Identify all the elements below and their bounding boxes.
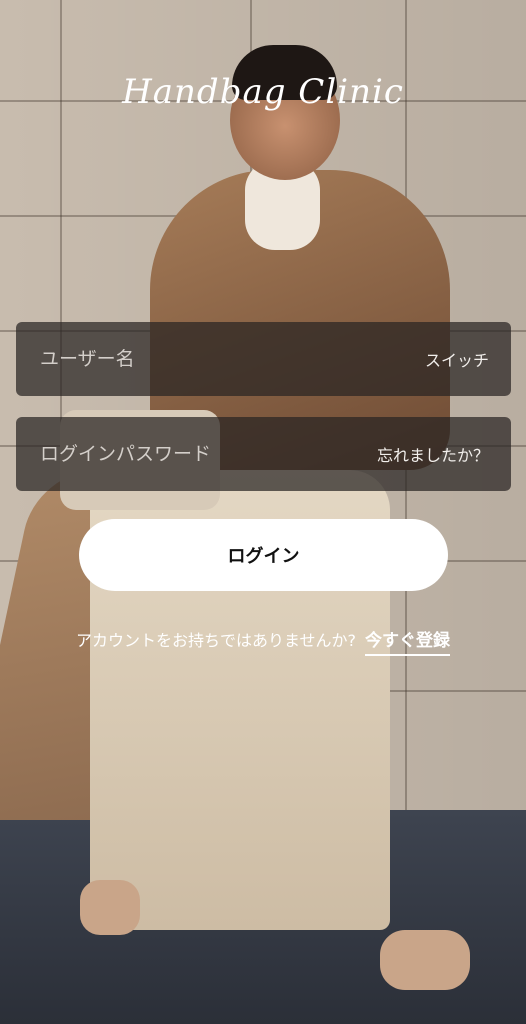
shoe-right	[380, 930, 470, 990]
signup-link[interactable]: 今すぐ登録	[365, 631, 451, 656]
login-button[interactable]: ログイン	[79, 519, 448, 591]
switch-link[interactable]: スイッチ	[425, 347, 489, 371]
shoe-left	[80, 880, 140, 935]
username-field[interactable]: スイッチ	[16, 322, 511, 396]
username-input[interactable]	[38, 347, 415, 371]
forgot-password-link[interactable]: 忘れましたか？	[377, 442, 489, 466]
signup-row: アカウントをお持ちではありませんか? 今すぐ登録	[0, 626, 526, 656]
background-photo	[0, 0, 526, 1024]
signup-prompt: アカウントをお持ちではありませんか?	[75, 631, 356, 650]
password-field[interactable]: 忘れましたか？	[16, 417, 511, 491]
app-logo: Handbag Clinic	[122, 72, 404, 112]
password-input[interactable]	[38, 442, 367, 466]
